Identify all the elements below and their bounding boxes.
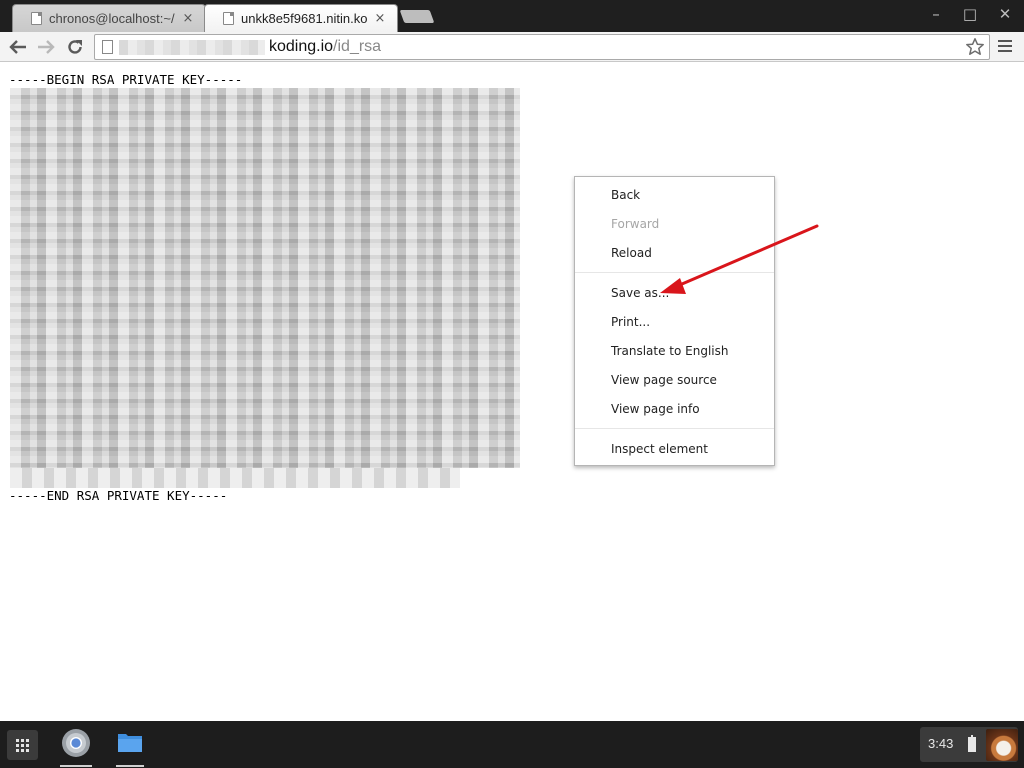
files-shelf-button[interactable] [117,730,143,754]
page-icon [223,12,234,25]
chrome-shelf-button[interactable] [60,727,92,759]
app-launcher-button[interactable] [7,730,38,760]
running-indicator [60,765,92,767]
tab-id-rsa[interactable]: unkk8e5f9681.nitin.koding.io/id_rsa × [204,4,398,32]
user-avatar [986,729,1018,761]
annotation-arrow [660,224,819,294]
app-launcher-icon [16,738,29,752]
chrome-browser-icon [62,729,90,757]
status-tray[interactable]: 3:43 [920,727,1018,762]
running-indicator [116,765,144,767]
files-app-icon [118,734,142,752]
battery-icon [968,735,976,752]
clock: 3:43 [928,736,954,751]
system-shelf: 3:43 [0,721,1024,768]
tab-title: unkk8e5f9681.nitin.koding.io/id_rsa [241,11,367,26]
tab-close-icon[interactable]: × [373,11,387,26]
